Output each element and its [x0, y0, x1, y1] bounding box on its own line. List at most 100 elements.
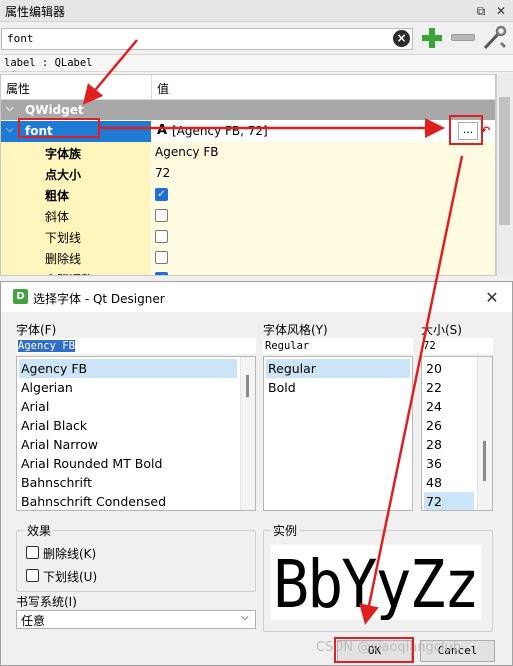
style-list-item[interactable]: Regular [266, 359, 410, 378]
writing-system-combo[interactable]: 任意 ⌵ [16, 610, 256, 629]
writing-system-value: 任意 [21, 614, 46, 628]
add-icon[interactable] [420, 26, 444, 50]
strikeout-checkbox[interactable] [26, 546, 39, 559]
writing-system-label: 书写系统(I) [16, 595, 77, 609]
size-list-item[interactable]: 36 [424, 454, 474, 473]
sub-property-cell[interactable]: 下划线 [1, 226, 151, 247]
size-list-item[interactable]: 72 [424, 492, 474, 510]
property-tree-header: 属性 值 [1, 75, 495, 100]
sub-property-checkbox[interactable] [155, 209, 168, 222]
font-value-text: [Agency FB, 72] [172, 124, 268, 138]
sub-property-value-cell[interactable]: 72 [152, 163, 495, 184]
property-tree[interactable]: 属性 值 ⌵ QWidget ⌵ font A [Agency FB, 72] … [0, 74, 496, 276]
sub-property-cell[interactable]: 点大小 [1, 163, 151, 184]
property-row-sub[interactable]: 删除线 [1, 247, 495, 268]
chevron-down-icon[interactable]: ⌵ [241, 612, 249, 623]
sub-property-value-cell[interactable] [152, 226, 495, 247]
font-dialog-title: 选择字体 - Qt Designer [33, 292, 165, 306]
size-list-item[interactable]: 24 [424, 397, 474, 416]
family-list-item[interactable]: Arial Narrow [19, 435, 237, 454]
object-info-label: label : QLabel [4, 57, 93, 69]
style-list[interactable]: Regular Bold [263, 356, 413, 511]
header-value[interactable]: 值 [157, 80, 169, 97]
close-panel-button[interactable]: ✕ [493, 3, 509, 19]
sub-property-checkbox[interactable] [155, 251, 168, 264]
group-name: QWidget [25, 103, 84, 117]
size-list-item[interactable]: 26 [424, 416, 474, 435]
sub-property-checkbox[interactable]: ✓ [155, 272, 168, 275]
sub-property-value: Agency FB [155, 145, 219, 159]
highlight-ok-button [334, 637, 414, 663]
property-row-sub[interactable]: 粗体 ✓ [1, 184, 495, 205]
underline-checkbox[interactable] [26, 569, 39, 582]
property-filter-input[interactable]: font [1, 28, 413, 50]
family-list-item[interactable]: Arial Black [19, 416, 237, 435]
property-row-sub[interactable]: 字体族 Agency FB [1, 142, 495, 163]
family-input-value: Agency FB [18, 340, 75, 352]
size-list-scrollbar[interactable] [477, 357, 492, 510]
wrench-icon[interactable] [480, 24, 508, 52]
sub-property-cell[interactable]: 粗体 [1, 184, 151, 205]
size-list-item[interactable]: 28 [424, 435, 474, 454]
property-editor-titlebar: 属性编辑器 ⧉ ✕ [0, 0, 513, 22]
highlight-browse-button [449, 115, 483, 145]
clear-icon[interactable]: × [393, 30, 410, 47]
property-row-sub[interactable]: 字距调整 ✓ [1, 268, 495, 275]
chevron-down-icon[interactable]: ⌵ [6, 103, 14, 114]
float-panel-button[interactable]: ⧉ [473, 3, 489, 19]
property-row-sub[interactable]: 点大小 72 [1, 163, 495, 184]
property-row-sub[interactable]: 斜体 [1, 205, 495, 226]
font-dialog: D 选择字体 - Qt Designer ✕ 字体(F) Agency FB A… [0, 281, 513, 666]
family-label: 字体(F) [16, 323, 57, 337]
size-list-scrollbar-thumb[interactable] [483, 441, 486, 481]
family-list-item[interactable]: Bahnschrift [19, 473, 237, 492]
font-value-cell[interactable]: A [Agency FB, 72] ... ↶ [152, 121, 495, 142]
size-list-item[interactable]: 20 [424, 359, 474, 378]
chevron-down-icon[interactable]: ⌵ [6, 124, 14, 135]
size-list-item[interactable]: 22 [424, 378, 474, 397]
sub-property-value-cell[interactable] [152, 205, 495, 226]
font-glyph-icon: A [157, 123, 168, 138]
sample-preview-text: BbYyZz [273, 546, 480, 621]
remove-icon[interactable] [451, 34, 475, 41]
font-dialog-titlebar: D 选择字体 - Qt Designer ✕ [1, 282, 512, 312]
object-info-bar: label : QLabel [0, 54, 513, 72]
header-property[interactable]: 属性 [6, 80, 30, 97]
sub-property-label: 字距调整 [45, 271, 93, 275]
style-label: 字体风格(Y) [263, 323, 328, 337]
sample-label: 实例 [271, 522, 300, 539]
size-list-item[interactable]: 48 [424, 473, 474, 492]
family-list-item[interactable]: Arial Rounded MT Bold [19, 454, 237, 473]
size-list[interactable]: 20 22 24 26 28 36 48 72 [421, 356, 493, 511]
close-dialog-button[interactable]: ✕ [482, 288, 502, 308]
family-list-item[interactable]: Arial [19, 397, 237, 416]
family-input[interactable]: Agency FB [16, 338, 256, 354]
family-list-item[interactable]: Bahnschrift Condensed [19, 492, 237, 510]
style-input-value: Regular [265, 340, 310, 352]
sub-property-value-cell[interactable]: Agency FB [152, 142, 495, 163]
sub-property-value-cell[interactable] [152, 247, 495, 268]
sub-property-cell[interactable]: 斜体 [1, 205, 151, 226]
sub-property-value-cell[interactable]: ✓ [152, 184, 495, 205]
sub-property-cell[interactable]: 字体族 [1, 142, 151, 163]
property-tree-scrollbar-thumb[interactable] [499, 97, 510, 225]
style-input[interactable]: Regular [263, 338, 413, 354]
property-row-sub[interactable]: 下划线 [1, 226, 495, 247]
family-list-item[interactable]: Agency FB [19, 359, 237, 378]
sub-property-cell[interactable]: 字距调整 [1, 268, 151, 275]
sub-property-cell[interactable]: 删除线 [1, 247, 151, 268]
style-list-item[interactable]: Bold [266, 378, 410, 397]
sub-property-value: 72 [155, 166, 171, 180]
strikeout-label: 删除线(K) [43, 547, 97, 561]
family-list[interactable]: Agency FB Algerian Arial Arial Black Arial N… [16, 356, 256, 511]
effects-label: 效果 [25, 522, 54, 539]
sub-property-label: 下划线 [45, 231, 82, 245]
sub-property-label: 字体族 [45, 147, 82, 161]
sub-property-checkbox[interactable] [155, 230, 168, 243]
sub-property-value-cell[interactable]: ✓ [152, 268, 495, 275]
size-input[interactable]: 72 [421, 338, 493, 354]
family-list-item[interactable]: Algerian [19, 378, 237, 397]
sub-property-label: 粗体 [45, 189, 70, 203]
sub-property-checkbox[interactable]: ✓ [155, 188, 168, 201]
family-list-scrollbar-thumb[interactable] [246, 375, 249, 397]
